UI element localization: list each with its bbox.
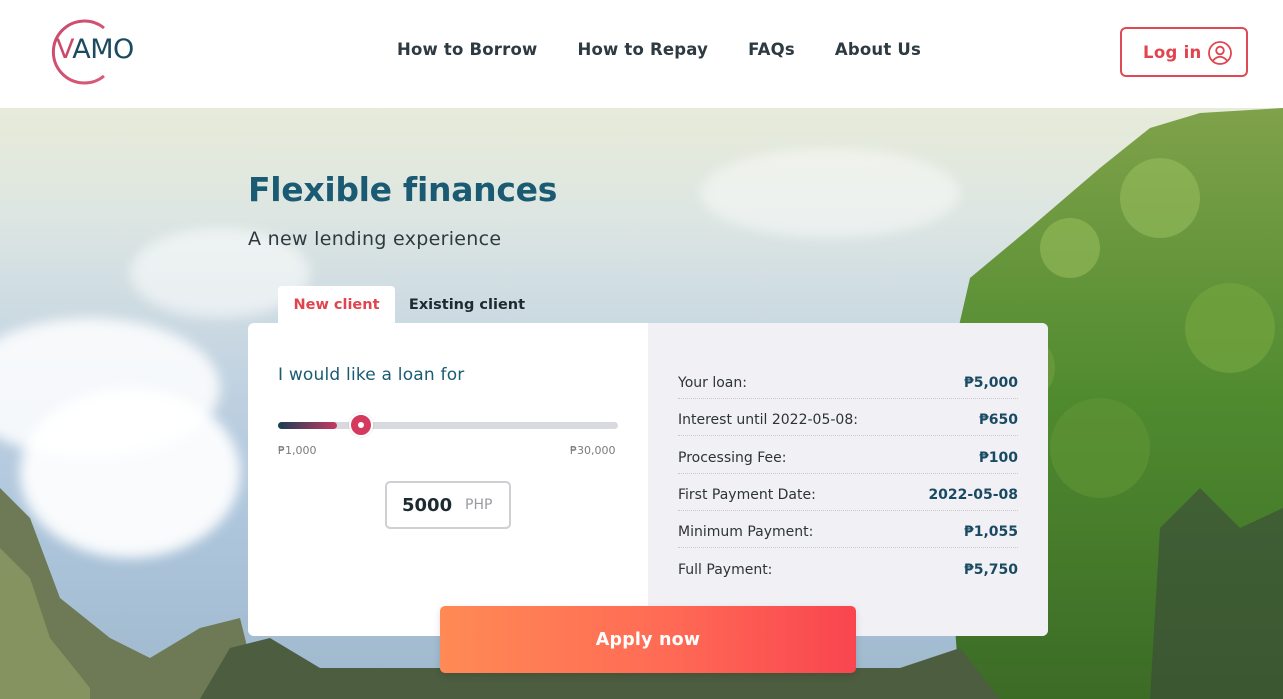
login-label: Log in xyxy=(1143,42,1202,62)
loan-amount-unit: PHP xyxy=(465,497,493,513)
user-icon xyxy=(1208,41,1232,65)
loan-slider-fill xyxy=(278,422,337,429)
apply-now-button[interactable]: Apply now xyxy=(440,606,856,673)
main-nav: How to Borrow How to Repay FAQs About Us xyxy=(397,40,961,59)
tab-existing-client[interactable]: Existing client xyxy=(403,286,531,324)
summary-value: ₱650 xyxy=(979,412,1018,428)
loan-heading: I would like a loan for xyxy=(278,365,465,385)
loan-amount-value: 5000 xyxy=(402,495,453,516)
loan-calculator-card: I would like a loan for ₱1,000 ₱30,000 5… xyxy=(248,323,1048,636)
slider-min-label: ₱1,000 xyxy=(278,444,317,457)
summary-label: First Payment Date: xyxy=(678,487,816,503)
summary-value: ₱5,750 xyxy=(963,562,1018,578)
slider-max-label: ₱30,000 xyxy=(570,444,616,457)
summary-value: ₱100 xyxy=(979,450,1018,466)
nav-how-to-repay[interactable]: How to Repay xyxy=(577,40,708,59)
summary-value: ₱1,055 xyxy=(963,524,1018,540)
loan-slider-track[interactable] xyxy=(278,422,618,429)
nav-about-us[interactable]: About Us xyxy=(835,40,921,59)
summary-row-minimum-payment: Minimum Payment: ₱1,055 xyxy=(678,511,1018,548)
logo-text: VAMO xyxy=(56,34,134,65)
site-header: VAMO How to Borrow How to Repay FAQs Abo… xyxy=(0,0,1283,108)
summary-row-full-payment: Full Payment: ₱5,750 xyxy=(678,549,1018,586)
summary-label: Minimum Payment: xyxy=(678,524,814,540)
summary-value: ₱5,000 xyxy=(963,375,1018,391)
nav-faqs[interactable]: FAQs xyxy=(748,40,795,59)
summary-label: Full Payment: xyxy=(678,562,773,578)
vamo-logo[interactable]: VAMO xyxy=(46,18,162,86)
loan-summary-panel: Your loan: ₱5,000 Interest until 2022-05… xyxy=(648,323,1048,636)
hero-subtitle: A new lending experience xyxy=(248,228,502,250)
summary-value: 2022-05-08 xyxy=(928,487,1018,503)
hero-title: Flexible finances xyxy=(248,170,558,209)
summary-row-interest: Interest until 2022-05-08: ₱650 xyxy=(678,399,1018,436)
loan-slider-handle[interactable] xyxy=(348,413,373,437)
nav-how-to-borrow[interactable]: How to Borrow xyxy=(397,40,537,59)
summary-row-your-loan: Your loan: ₱5,000 xyxy=(678,362,1018,399)
summary-row-processing-fee: Processing Fee: ₱100 xyxy=(678,437,1018,474)
summary-label: Your loan: xyxy=(678,375,747,391)
summary-label: Interest until 2022-05-08: xyxy=(678,412,858,428)
summary-label: Processing Fee: xyxy=(678,450,787,466)
summary-row-first-payment-date: First Payment Date: 2022-05-08 xyxy=(678,474,1018,511)
tab-new-client[interactable]: New client xyxy=(278,286,395,324)
login-button[interactable]: Log in xyxy=(1120,27,1248,77)
loan-amount-input[interactable]: 5000 PHP xyxy=(385,481,511,529)
